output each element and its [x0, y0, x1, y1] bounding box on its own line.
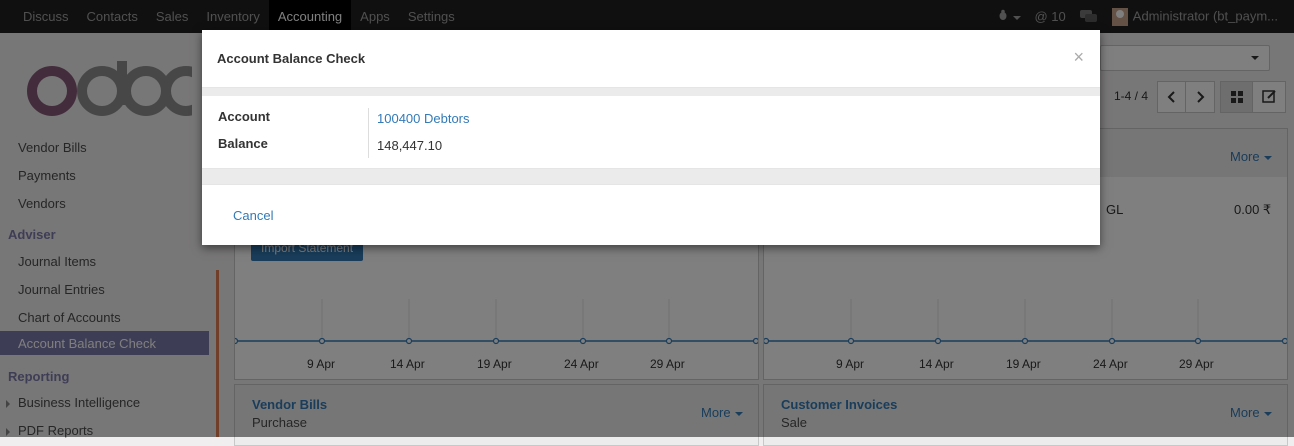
dialog-band-bottom — [202, 168, 1100, 185]
account-link[interactable]: 100400 Debtors — [377, 111, 470, 126]
account-label: Account — [218, 109, 270, 124]
dialog-title: Account Balance Check — [217, 51, 366, 66]
balance-value: 148,447.10 — [377, 138, 443, 153]
dialog-footer-divider — [202, 184, 1100, 185]
field-divider — [368, 108, 369, 158]
balance-label: Balance — [218, 136, 268, 151]
close-icon[interactable]: × — [1073, 48, 1084, 66]
dialog-band-top — [202, 87, 1100, 96]
account-balance-dialog: Account Balance Check × Account 100400 D… — [202, 30, 1100, 245]
cancel-button[interactable]: Cancel — [233, 208, 273, 223]
